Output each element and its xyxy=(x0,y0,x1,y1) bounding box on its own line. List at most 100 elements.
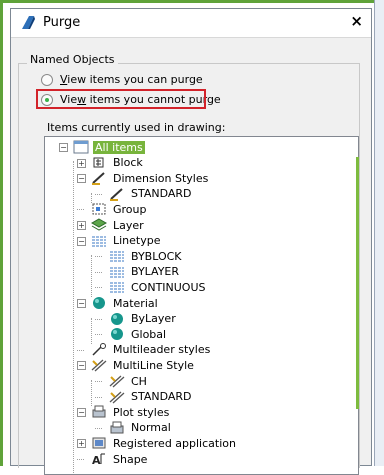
tree-item-label: ByLayer xyxy=(131,312,176,326)
tree-connector xyxy=(95,271,102,273)
tree-item[interactable]: Layer xyxy=(90,217,146,233)
plot-style-icon xyxy=(91,405,107,419)
tree-item-label: Dimension Styles xyxy=(113,171,209,185)
items-tree-view[interactable]: − All items + Block − Dimension Styles STANDAR… xyxy=(44,136,359,475)
collapse-icon[interactable]: − xyxy=(77,299,86,308)
tree-connector xyxy=(95,381,102,382)
tree-item-label: Registered application xyxy=(113,436,236,450)
tree-item-label: BYBLOCK xyxy=(131,249,182,263)
expand-icon[interactable]: + xyxy=(77,221,86,230)
tree-item[interactable]: Group xyxy=(91,201,149,217)
tree-guide-line xyxy=(91,318,92,344)
tree-item-label: Group xyxy=(113,202,147,216)
registered-app-icon xyxy=(91,436,107,450)
expand-icon[interactable]: + xyxy=(77,439,86,449)
linetype-icon xyxy=(109,280,125,294)
layer-icon xyxy=(90,218,108,232)
tree-connector xyxy=(95,427,102,429)
tree-guide-line xyxy=(73,161,74,474)
tree-item[interactable]: STANDARD xyxy=(109,186,194,202)
tree-guide-line xyxy=(91,255,92,297)
tree-connector xyxy=(95,193,102,195)
tree-item[interactable]: Plot styles xyxy=(91,404,171,420)
tree-item[interactable]: CH xyxy=(109,373,149,389)
tree-item[interactable]: Multileader styles xyxy=(91,342,212,358)
named-objects-label: Named Objects xyxy=(27,53,118,66)
drawing-icon xyxy=(73,140,89,154)
collapse-icon[interactable]: − xyxy=(77,408,86,418)
collapse-icon[interactable]: − xyxy=(77,174,86,184)
tree-item[interactable]: BYLAYER xyxy=(109,264,181,280)
tree-connector xyxy=(95,287,102,289)
tree-item-label: Multileader styles xyxy=(113,343,211,357)
tree-connector xyxy=(95,318,102,320)
material-sphere-icon xyxy=(91,296,107,310)
multiline-style-icon xyxy=(109,374,125,388)
collapse-icon[interactable]: − xyxy=(77,361,86,371)
autocad-app-icon xyxy=(22,16,35,29)
svg-text:A: A xyxy=(92,454,101,466)
tree-item[interactable]: ByLayer xyxy=(109,311,178,327)
purge-dialog: Purge × Named Objects View items you can… xyxy=(10,8,372,475)
tree-item-label: BYLAYER xyxy=(131,265,180,279)
tree-item[interactable]: All items xyxy=(73,139,145,155)
tree-item[interactable]: A Shape xyxy=(91,451,149,468)
tree-item[interactable]: BYBLOCK xyxy=(109,248,184,264)
material-sphere-icon xyxy=(109,327,125,341)
tree-item-label: CH xyxy=(131,374,147,388)
tree-item[interactable]: Material xyxy=(91,295,160,311)
radio-button-icon[interactable] xyxy=(41,73,53,86)
tree-item-label: MultiLine Style xyxy=(113,358,194,372)
close-icon[interactable]: × xyxy=(350,12,363,30)
tree-item-label: Normal xyxy=(131,421,171,435)
tree-connector xyxy=(95,396,102,398)
dimension-style-icon xyxy=(109,187,125,201)
tree-item[interactable]: Block xyxy=(91,155,145,171)
tree-caption: Items currently used in drawing: xyxy=(47,121,226,134)
block-icon xyxy=(91,156,107,170)
multileader-icon xyxy=(91,342,107,357)
background-window-edge xyxy=(374,0,384,466)
tree-item-label: CONTINUOUS xyxy=(131,280,206,294)
tree-item-label: STANDARD xyxy=(131,390,192,404)
tree-connector xyxy=(77,459,84,460)
collapse-icon[interactable]: − xyxy=(77,236,86,246)
tree-item-label: Global xyxy=(131,327,167,341)
tree-item[interactable]: Linetype xyxy=(91,233,163,249)
tree-item[interactable]: Normal xyxy=(109,420,173,436)
tree-item[interactable]: Dimension Styles xyxy=(91,170,210,186)
dimension-style-icon xyxy=(91,171,107,186)
tree-item[interactable]: MultiLine Style xyxy=(91,357,196,373)
tree-item[interactable]: CONTINUOUS xyxy=(109,279,208,295)
tree-connector xyxy=(77,209,84,211)
shape-icon: A xyxy=(91,452,107,467)
material-sphere-icon xyxy=(109,312,125,326)
linetype-icon xyxy=(91,234,107,248)
group-icon xyxy=(91,202,107,216)
tree-item-label: Material xyxy=(113,296,158,310)
linetype-icon xyxy=(109,265,125,279)
tree-connector xyxy=(95,334,102,336)
tree-item[interactable]: Global xyxy=(109,326,168,342)
linetype-icon xyxy=(109,249,125,263)
tree-item-label: All items xyxy=(93,140,145,154)
tree-guide-line xyxy=(91,380,92,406)
radio-label: View items you can purge xyxy=(60,73,203,86)
tree-item-label: STANDARD xyxy=(131,187,192,201)
tree-connector xyxy=(95,256,102,258)
tree-item-label: Shape xyxy=(113,452,148,466)
tree-item-label: Plot styles xyxy=(113,405,170,419)
tree-item[interactable]: Registered application xyxy=(91,435,238,451)
multiline-style-icon xyxy=(109,390,125,404)
scroll-position-indicator[interactable] xyxy=(356,157,359,409)
tree-item[interactable]: STANDARD xyxy=(109,389,194,405)
title-bar[interactable]: Purge × xyxy=(11,9,371,38)
dialog-title: Purge xyxy=(43,15,81,30)
tree-connector xyxy=(77,349,84,351)
collapse-icon[interactable]: − xyxy=(59,143,68,152)
tree-item-label: Block xyxy=(113,156,143,170)
tree-item-label: Linetype xyxy=(113,234,161,248)
radio-view-purgeable[interactable]: View items you can purge xyxy=(41,71,203,88)
expand-icon[interactable]: + xyxy=(77,158,86,168)
red-highlight-box xyxy=(36,89,206,109)
